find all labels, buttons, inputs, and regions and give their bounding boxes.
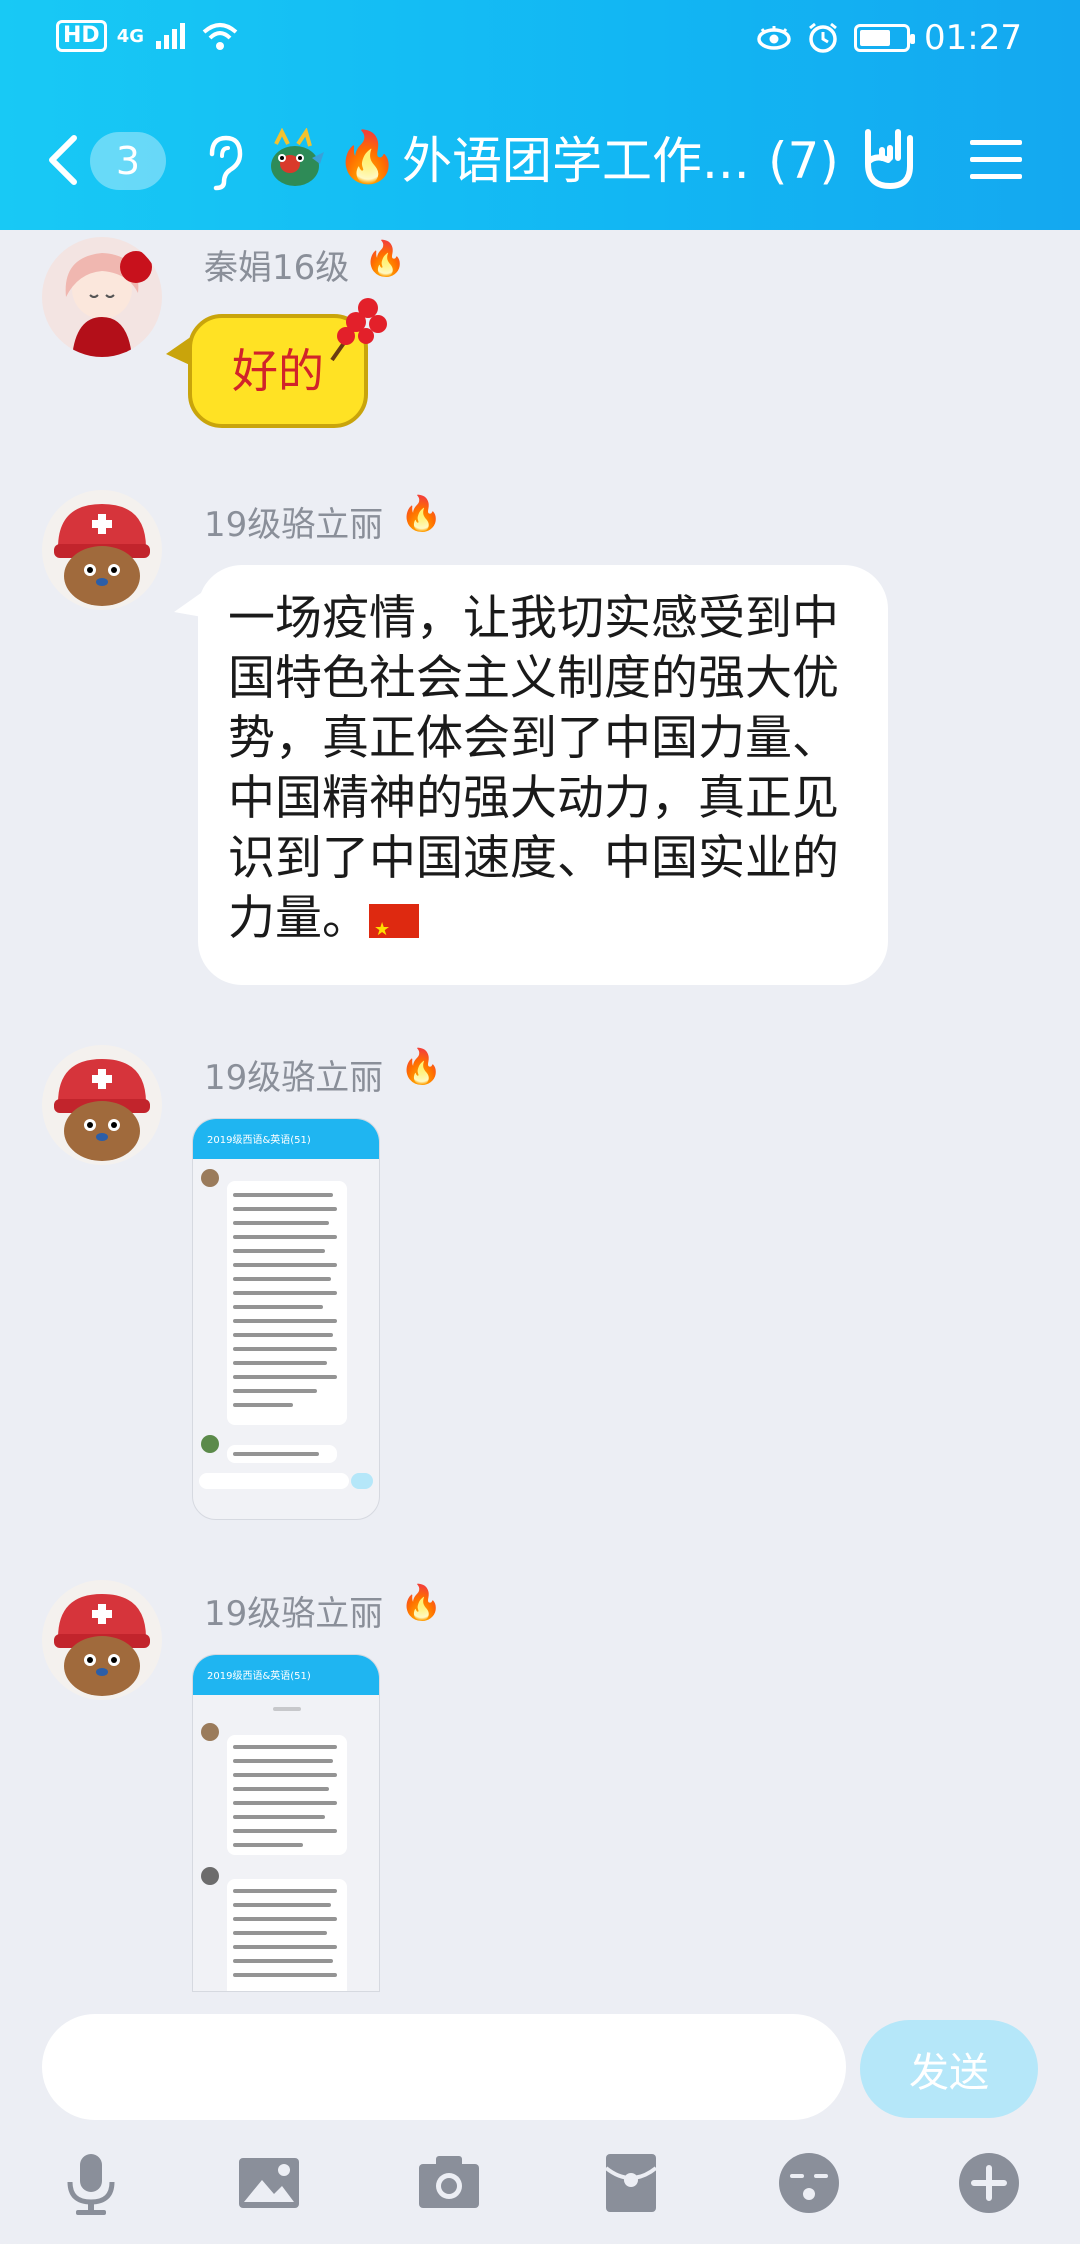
- avatar[interactable]: [42, 1045, 162, 1165]
- ear-icon[interactable]: [198, 132, 248, 192]
- fire-icon: 🔥: [400, 1583, 443, 1623]
- clock-time: 01:27: [924, 18, 1022, 58]
- red-packet-icon[interactable]: [598, 2150, 664, 2216]
- sender-name: 19级骆立丽: [204, 505, 384, 545]
- unread-count-badge[interactable]: 3: [90, 132, 166, 190]
- chat-nav-bar: 3 🔥 外语团学工作... (7): [0, 110, 1080, 210]
- network-type: 4G: [116, 25, 144, 47]
- message-input[interactable]: [42, 2014, 846, 2120]
- status-bar: HD 4G 01:27: [0, 0, 1080, 80]
- eye-icon: [757, 26, 791, 50]
- wifi-icon: [202, 23, 238, 50]
- avatar[interactable]: [42, 490, 162, 610]
- avatar[interactable]: [42, 237, 162, 357]
- fire-icon: 🔥: [336, 128, 399, 186]
- fire-icon: 🔥: [364, 239, 407, 279]
- sender-name: 19级骆立丽: [204, 1594, 384, 1634]
- image-message-thumbnail[interactable]: 2019级西语&英语(51): [192, 1654, 380, 1992]
- fire-icon: 🔥: [400, 1047, 443, 1087]
- sender-name: 秦娟16级: [204, 248, 350, 288]
- member-count[interactable]: (7): [768, 128, 839, 194]
- camera-icon[interactable]: [416, 2150, 482, 2216]
- message-bubble[interactable]: 一场疫情，让我切实感受到中国特色社会主义制度的强大优势，真正体会到了中国力量、中…: [198, 565, 888, 985]
- sender-name: 19级骆立丽: [204, 1058, 384, 1098]
- battery-icon: [854, 24, 916, 52]
- send-button[interactable]: 发送: [860, 2020, 1038, 2118]
- image-message-thumbnail[interactable]: 2019级西语&英语(51): [192, 1118, 380, 1520]
- avatar[interactable]: [42, 1580, 162, 1700]
- emoji-icon[interactable]: [776, 2150, 842, 2216]
- fire-icon: 🔥: [400, 494, 443, 534]
- thumb-header: 2019级西语&英语(51): [193, 1119, 379, 1159]
- thumb-header: 2019级西语&英语(51): [193, 1655, 379, 1695]
- message-text: 一场疫情，让我切实感受到中国特色社会主义制度的强大优势，真正体会到了中国力量、中…: [228, 591, 839, 946]
- hd-badge: HD: [56, 20, 107, 52]
- signal-icon: [156, 23, 185, 49]
- dragon-icon: [271, 128, 324, 186]
- plus-icon[interactable]: [956, 2150, 1022, 2216]
- alarm-icon: [809, 22, 837, 53]
- rock-hand-icon[interactable]: [858, 124, 920, 194]
- top-bar: HD 4G 01:27 3 🔥 外语团学工作... (7): [0, 0, 1080, 230]
- china-flag-icon: [369, 900, 419, 960]
- image-icon[interactable]: [236, 2150, 302, 2216]
- microphone-icon[interactable]: [58, 2150, 124, 2216]
- candied-haws-icon: [330, 298, 387, 362]
- group-title[interactable]: 外语团学工作...: [402, 128, 750, 194]
- thumb-title: 2019级西语&英语(51): [207, 1671, 311, 1682]
- thumb-title: 2019级西语&英语(51): [207, 1135, 311, 1146]
- menu-icon[interactable]: [968, 136, 1024, 184]
- back-icon[interactable]: [40, 130, 86, 190]
